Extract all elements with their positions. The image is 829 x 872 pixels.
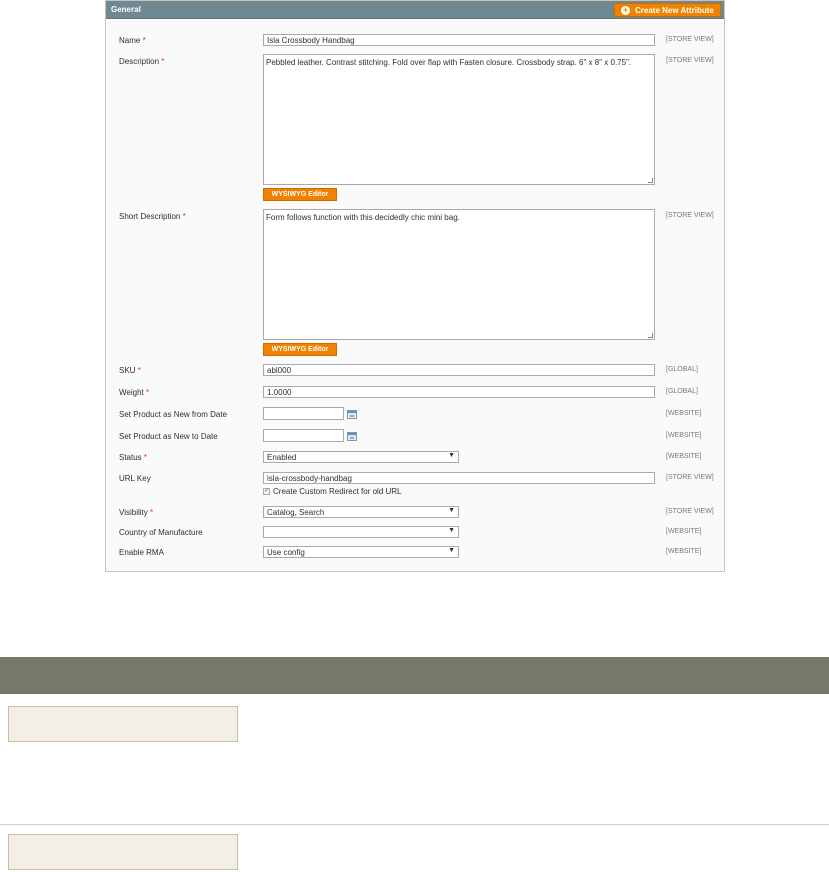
dropdown-arrow-icon: ▼	[448, 547, 455, 554]
name-label: Name *	[119, 36, 146, 45]
description-textarea[interactable]: Pebbled leather. Contrast stitching. Fol…	[263, 54, 655, 185]
url-key-input[interactable]: isla-crossbody-handbag	[263, 472, 655, 484]
short-description-label: Short Description *	[119, 212, 186, 221]
create-redirect-label: Create Custom Redirect for old URL	[273, 487, 402, 496]
name-input[interactable]: Isla Crossbody Handbag	[263, 34, 655, 46]
create-new-attribute-label: Create New Attribute	[635, 5, 714, 15]
dropdown-arrow-icon: ▼	[448, 527, 455, 534]
name-scope: [STORE VIEW]	[666, 36, 714, 43]
new-to-date-scope: [WEBSITE]	[666, 432, 702, 439]
resize-handle-icon[interactable]	[648, 178, 653, 183]
country-scope: [WEBSITE]	[666, 528, 702, 535]
enable-rma-select[interactable]: Use config ▼	[263, 546, 459, 558]
visibility-label: Visibility *	[119, 508, 154, 517]
new-from-date-label: Set Product as New from Date	[119, 410, 228, 419]
panel-title: General	[111, 5, 141, 14]
weight-input[interactable]: 1.0000	[263, 386, 655, 398]
panel-header: General + Create New Attribute	[106, 1, 724, 19]
status-scope: [WEBSITE]	[666, 453, 702, 460]
url-key-label: URL Key	[119, 474, 151, 483]
plus-circle-icon: +	[621, 4, 630, 15]
new-to-date-input[interactable]	[263, 429, 344, 442]
short-description-textarea[interactable]: Form follows function with this decidedl…	[263, 209, 655, 340]
visibility-select[interactable]: Catalog, Search ▼	[263, 506, 459, 518]
calendar-icon[interactable]	[347, 432, 357, 441]
dropdown-arrow-icon: ▼	[448, 507, 455, 514]
enable-rma-label: Enable RMA	[119, 548, 164, 557]
dropdown-arrow-icon: ▼	[448, 452, 455, 459]
description-wysiwyg-button[interactable]: WYSIWYG Editor	[263, 188, 337, 201]
new-from-date-scope: [WEBSITE]	[666, 410, 702, 417]
country-label: Country of Manufacture	[119, 528, 203, 537]
sku-input[interactable]: abl000	[263, 364, 655, 376]
table-row-divider	[0, 824, 829, 825]
description-label: Description *	[119, 57, 165, 66]
sku-label: SKU *	[119, 366, 141, 375]
short-description-wysiwyg-button[interactable]: WYSIWYG Editor	[263, 343, 337, 356]
short-description-scope: [STORE VIEW]	[666, 212, 714, 219]
description-scope: [STORE VIEW]	[666, 57, 714, 64]
resize-handle-icon[interactable]	[648, 333, 653, 338]
enable-rma-scope: [WEBSITE]	[666, 548, 702, 555]
table-cell-box	[8, 834, 238, 870]
weight-label: Weight *	[119, 388, 150, 397]
visibility-scope: [STORE VIEW]	[666, 508, 714, 515]
create-redirect-checkbox[interactable]: ✓	[263, 488, 270, 495]
weight-scope: [GLOBAL]	[666, 388, 698, 395]
calendar-icon[interactable]	[347, 410, 357, 419]
new-to-date-label: Set Product as New to Date	[119, 432, 218, 441]
sku-scope: [GLOBAL]	[666, 366, 698, 373]
url-key-scope: [STORE VIEW]	[666, 474, 714, 481]
general-panel: General + Create New Attribute Name * Is…	[105, 0, 725, 572]
new-from-date-input[interactable]	[263, 407, 344, 420]
create-new-attribute-button[interactable]: + Create New Attribute	[614, 3, 721, 17]
table-header-bar	[0, 657, 829, 694]
status-label: Status *	[119, 453, 148, 462]
table-cell-box	[8, 706, 238, 742]
country-select[interactable]: ▼	[263, 526, 459, 538]
status-select[interactable]: Enabled ▼	[263, 451, 459, 463]
